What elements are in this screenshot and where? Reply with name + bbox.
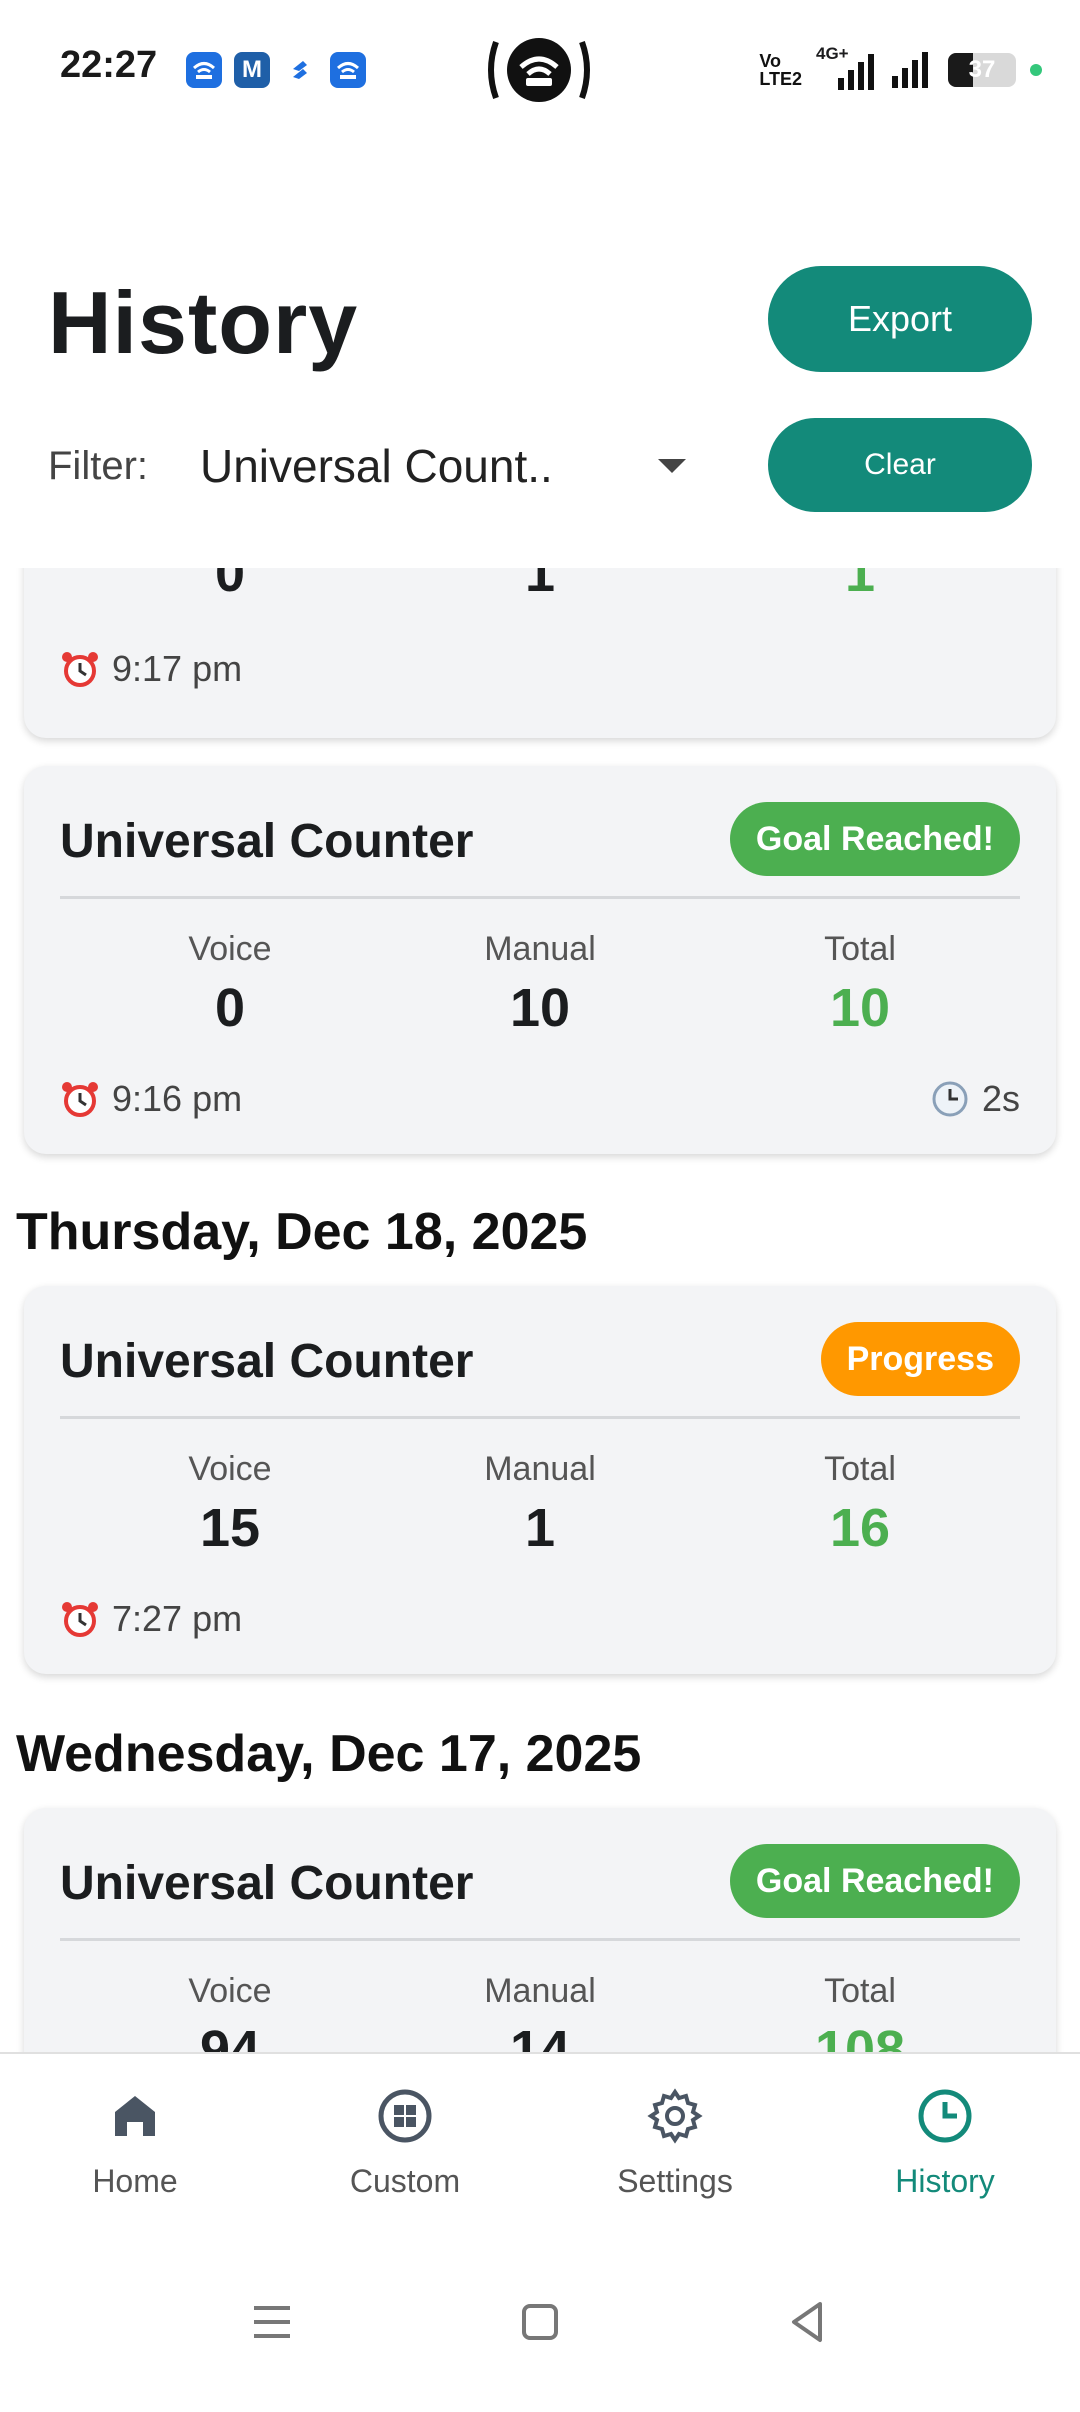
volte-indicator: Vo LTE2 — [759, 51, 802, 89]
nav-label: Home — [92, 2163, 178, 2199]
time-text: 7:27 pm — [112, 1598, 243, 1639]
manual-label: Manual — [484, 1450, 596, 1488]
nav-custom[interactable]: Custom — [270, 2084, 540, 2200]
card-title: Universal Counter — [60, 1335, 474, 1388]
clock-icon — [932, 1081, 968, 1117]
clear-button[interactable]: Clear — [768, 418, 1032, 512]
voice-label: Voice — [188, 1450, 272, 1488]
total-count: 1 — [844, 568, 876, 603]
manual-count: 1 — [524, 568, 556, 603]
time-row: 9:16 pm — [60, 1078, 242, 1120]
status-badge: Goal Reached! — [729, 802, 1020, 876]
alarm-clock-icon — [62, 1602, 98, 1637]
nav-label: Custom — [349, 2163, 461, 2199]
status-time: 22:27 — [60, 44, 158, 86]
card-title: Universal Counter — [60, 815, 474, 868]
custom-grid-icon — [378, 2089, 432, 2143]
time-text: 9:17 pm — [112, 648, 243, 689]
voice-count: 0 — [214, 568, 246, 603]
back-icon[interactable] — [778, 2292, 838, 2352]
filter-label: Filter: — [48, 444, 148, 488]
system-nav-bar — [0, 2232, 1080, 2412]
status-indicators: Vo LTE2 4G+ 37 — [759, 44, 1042, 93]
wifi-share-icon — [330, 52, 366, 88]
page-title: History — [48, 273, 359, 372]
voice-label: Voice — [188, 1972, 272, 2010]
history-card: Universal Counter Goal Reached! Voice 0 … — [24, 766, 1056, 1154]
signal-4g-icon: 4G+ — [816, 44, 876, 92]
m-app-icon: M — [234, 52, 270, 88]
voice-count: 0 — [214, 978, 246, 1038]
voice-count: 94 — [199, 2020, 261, 2052]
manual-label: Manual — [484, 930, 596, 968]
manual-label: Manual — [484, 1972, 596, 2010]
voice-label: Voice — [188, 930, 272, 968]
duration-row: 2s — [930, 1078, 1020, 1120]
signal-icon — [890, 48, 934, 93]
total-count: 10 — [829, 978, 891, 1038]
nav-label: History — [895, 2163, 995, 2199]
total-count: 108 — [814, 2020, 906, 2052]
manual-count: 1 — [524, 1498, 556, 1558]
status-badge: Goal Reached! — [729, 1844, 1020, 1918]
menu-icon[interactable] — [242, 2292, 302, 2352]
divider — [60, 896, 1020, 899]
wifi-share-icon — [186, 52, 222, 88]
date-header: Thursday, Dec 18, 2025 — [16, 1203, 588, 1261]
total-count: 16 — [829, 1498, 891, 1558]
manual-count: 10 — [509, 978, 571, 1038]
history-card: Universal Counter Goal Reached! Voice 94… — [24, 1808, 1056, 2052]
divider — [60, 1938, 1020, 1941]
nav-history[interactable]: History — [810, 2084, 1080, 2200]
status-bar: 22:27 M Vo LTE2 4G+ 37 — [0, 0, 1080, 140]
home-icon — [115, 2096, 155, 2136]
nav-home[interactable]: Home — [0, 2084, 270, 2200]
voice-count: 15 — [199, 1498, 261, 1558]
filter-value: Universal Count.. — [200, 440, 553, 492]
total-label: Total — [824, 1972, 896, 2010]
alarm-clock-icon — [62, 1082, 98, 1117]
history-list[interactable]: 0 1 1 9:17 pm Universal Counter Goal Rea… — [0, 568, 1080, 2052]
privacy-dot — [1030, 64, 1042, 76]
gear-icon — [647, 2088, 703, 2144]
battery-icon: 37 — [948, 53, 1016, 87]
total-label: Total — [824, 930, 896, 968]
history-card: Universal Counter Progress Voice 15 Manu… — [24, 1286, 1056, 1674]
hotspot-icon — [486, 34, 592, 106]
status-badge: Progress — [820, 1322, 1020, 1396]
arrow-app-icon — [282, 52, 318, 88]
time-text: 9:16 pm — [112, 1078, 243, 1119]
home-square-icon[interactable] — [510, 2292, 570, 2352]
export-button[interactable]: Export — [768, 266, 1032, 372]
nav-label: Settings — [617, 2163, 733, 2199]
filter-dropdown[interactable]: Universal Count.. — [200, 430, 700, 502]
manual-count: 14 — [509, 2020, 571, 2052]
time-row: 9:17 pm — [60, 648, 242, 690]
time-row: 7:27 pm — [60, 1598, 242, 1640]
total-label: Total — [824, 1450, 896, 1488]
divider — [60, 1416, 1020, 1419]
card-title: Universal Counter — [60, 1857, 474, 1910]
duration-text: 2s — [981, 1078, 1020, 1119]
alarm-clock-icon — [62, 652, 98, 687]
nav-settings[interactable]: Settings — [540, 2084, 810, 2200]
bottom-nav: Home Custom Settings History — [0, 2052, 1080, 2232]
date-header: Wednesday, Dec 17, 2025 — [16, 1725, 642, 1783]
history-card: 0 1 1 9:17 pm — [24, 568, 1056, 738]
clock-icon — [918, 2089, 972, 2143]
chevron-down-icon — [658, 459, 686, 473]
